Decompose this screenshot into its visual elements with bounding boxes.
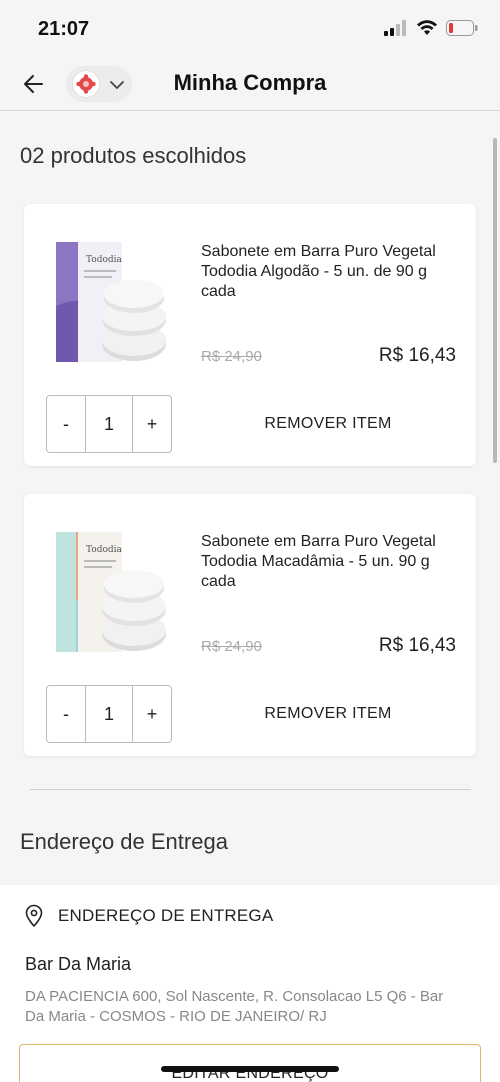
quantity-stepper: - 1 + <box>46 685 172 743</box>
signal-icon <box>384 20 406 36</box>
status-icons <box>384 20 478 36</box>
product-image: Tododia <box>50 236 172 370</box>
cart-item: Tododia Sabonete em Barra Puro Vegetal T… <box>24 204 476 466</box>
price: R$ 16,43 <box>378 635 456 656</box>
decrement-button[interactable]: - <box>47 396 85 452</box>
address-name: Bar Da Maria <box>25 954 132 974</box>
scrollbar[interactable] <box>493 138 497 463</box>
delivery-section-title: Endereço de Entrega <box>20 829 228 854</box>
svg-text:Tododia: Tododia <box>86 255 123 265</box>
cart-count-title: 02 produtos escolhidos <box>20 143 247 168</box>
battery-icon <box>446 20 478 36</box>
cart-item: Tododia Sabonete em Barra Puro Vegetal T… <box>24 494 476 756</box>
wifi-icon <box>417 20 437 35</box>
decrement-button[interactable]: - <box>47 686 85 742</box>
quantity-value: 1 <box>85 686 133 742</box>
svg-text:Tododia: Tododia <box>86 545 123 555</box>
product-name[interactable]: Sabonete em Barra Puro Vegetal Tododia A… <box>201 242 463 302</box>
quantity-value: 1 <box>85 396 133 452</box>
location-pin-icon <box>25 904 43 928</box>
app-header: Minha Compra <box>0 58 500 111</box>
increment-button[interactable]: + <box>133 396 171 452</box>
address-text: DA PACIENCIA 600, Sol Nascente, R. Conso… <box>25 988 444 1025</box>
home-indicator <box>161 1066 339 1072</box>
section-divider <box>30 789 471 790</box>
remove-item-button[interactable]: REMOVER ITEM <box>210 395 446 453</box>
product-name[interactable]: Sabonete em Barra Puro Vegetal Tododia M… <box>201 532 463 592</box>
price: R$ 16,43 <box>378 345 456 366</box>
old-price: R$ 24,90 <box>201 348 262 365</box>
status-time: 21:07 <box>38 18 90 40</box>
quantity-stepper: - 1 + <box>46 395 172 453</box>
page-title: Minha Compra <box>173 70 327 95</box>
status-bar: 21:07 <box>0 0 500 58</box>
product-image: Tododia <box>50 526 172 660</box>
address-panel: ENDEREÇO DE ENTREGA Bar Da Maria DA PACI… <box>0 885 500 1082</box>
old-price: R$ 24,90 <box>201 638 262 655</box>
edit-address-button[interactable]: EDITAR ENDEREÇO <box>19 1044 481 1082</box>
remove-item-button[interactable]: REMOVER ITEM <box>210 685 446 743</box>
address-heading: ENDEREÇO DE ENTREGA <box>58 906 274 925</box>
increment-button[interactable]: + <box>133 686 171 742</box>
